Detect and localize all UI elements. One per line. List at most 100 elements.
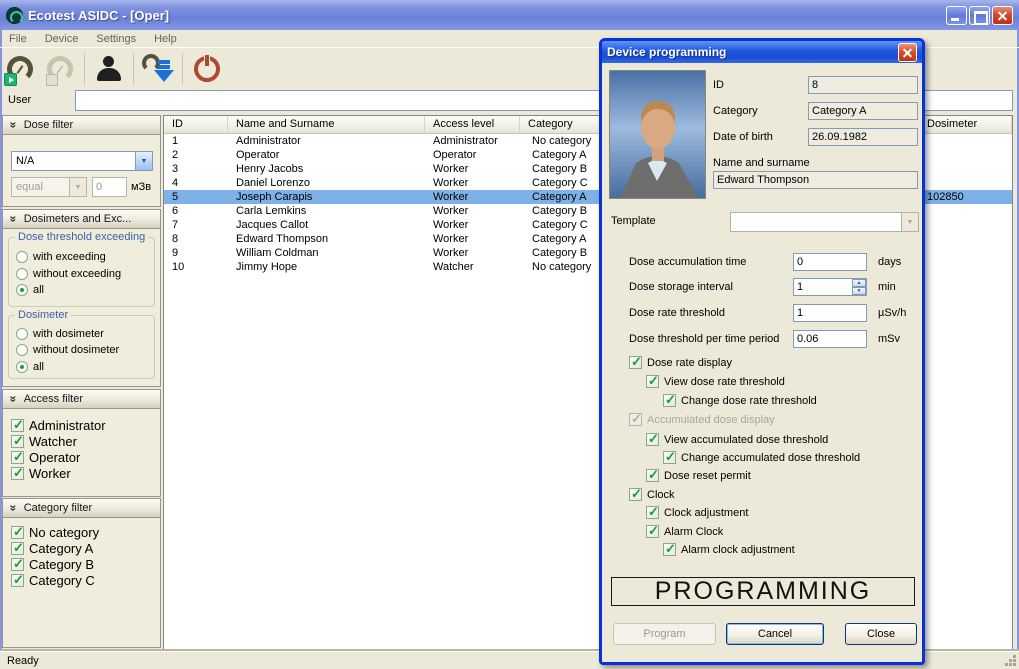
radio-icon <box>16 268 28 280</box>
dob-field <box>808 128 918 146</box>
checkbox-icon <box>646 525 659 538</box>
menu-device[interactable]: Device <box>36 33 88 45</box>
category-filter-header[interactable]: Category filter <box>2 498 161 518</box>
radio-without-dosimeter[interactable]: without dosimeter <box>16 344 119 356</box>
param-unit: min <box>878 281 896 293</box>
combo-arrow-icon <box>901 213 918 231</box>
app-window: Ecotest ASIDC - [Oper] File Device Setti… <box>0 0 1019 669</box>
combo-arrow-icon <box>135 152 152 170</box>
name-field <box>713 171 918 189</box>
checkbox-administrator[interactable]: Administrator <box>11 418 106 433</box>
checkbox-operator[interactable]: Operator <box>11 450 80 465</box>
chevron-down-icon <box>8 122 18 129</box>
checkbox-icon <box>629 413 642 426</box>
radio-with-dosimeter[interactable]: with dosimeter <box>16 328 104 340</box>
category-filter-panel: No category Category A Category B Catego… <box>2 518 161 648</box>
dose-filter-unit: мЗв <box>131 181 151 193</box>
checkbox-no-category[interactable]: No category <box>11 525 99 540</box>
radio-with-exceeding[interactable]: with exceeding <box>16 251 106 263</box>
radio-icon <box>16 328 28 340</box>
checkbox-category-b[interactable]: Category B <box>11 557 94 572</box>
chevron-down-icon <box>8 216 18 223</box>
checkbox-clock[interactable]: Clock <box>629 488 675 501</box>
programming-banner: PROGRAMMING <box>611 577 915 606</box>
checkbox-category-c[interactable]: Category C <box>11 573 95 588</box>
close-window-button[interactable] <box>992 6 1013 25</box>
minimize-button[interactable] <box>946 6 967 25</box>
checkbox-icon <box>11 467 24 480</box>
checkbox-clock-adjustment[interactable]: Clock adjustment <box>646 506 748 519</box>
checkbox-worker[interactable]: Worker <box>11 466 71 481</box>
col-id[interactable]: ID <box>164 116 228 134</box>
status-text: Ready <box>7 655 39 667</box>
checkbox-icon <box>11 435 24 448</box>
param-label: Dose threshold per time period <box>629 333 779 345</box>
dose-accumulation-time-input[interactable] <box>793 253 867 271</box>
param-label: Dose rate threshold <box>629 307 725 319</box>
checkbox-icon <box>11 542 24 555</box>
dob-label: Date of birth <box>713 131 773 143</box>
dosimeter-connect-icon[interactable] <box>0 50 40 88</box>
checkbox-change-dose-rate-threshold[interactable]: Change dose rate threshold <box>663 394 817 407</box>
dose-filter-type-combo[interactable]: N/A <box>11 151 153 171</box>
radio-without-exceeding[interactable]: without exceeding <box>16 268 121 280</box>
category-label: Category <box>713 105 758 117</box>
checkbox-icon <box>646 469 659 482</box>
radio-dosimeter-all[interactable]: all <box>16 361 44 373</box>
checkbox-change-accumulated-dose-threshold[interactable]: Change accumulated dose threshold <box>663 451 860 464</box>
col-name[interactable]: Name and Surname <box>228 116 425 134</box>
checkbox-dose-rate-display[interactable]: Dose rate display <box>629 356 732 369</box>
chevron-down-icon <box>8 505 18 512</box>
radio-icon <box>16 344 28 356</box>
toolbar-separator <box>84 53 85 85</box>
template-label: Template <box>611 215 656 227</box>
dialog-close-icon[interactable] <box>898 43 917 62</box>
id-field <box>808 76 918 94</box>
maximize-button[interactable] <box>969 6 990 25</box>
dosimeters-panel-header[interactable]: Dosimeters and Exc... <box>2 209 161 229</box>
checkbox-dose-reset-permit[interactable]: Dose reset permit <box>646 469 751 482</box>
col-access[interactable]: Access level <box>425 116 520 134</box>
power-icon[interactable] <box>187 50 227 88</box>
checkbox-icon <box>646 433 659 446</box>
checkbox-view-accumulated-dose-threshold[interactable]: View accumulated dose threshold <box>646 433 828 446</box>
toolbar-separator <box>133 53 134 85</box>
checkbox-category-a[interactable]: Category A <box>11 541 93 556</box>
param-label: Dose storage interval <box>629 281 733 293</box>
dose-rate-threshold-input[interactable] <box>793 304 867 322</box>
dose-filter-header[interactable]: Dose filter <box>2 115 161 135</box>
dose-filter-panel: N/A equal мЗв <box>2 135 161 207</box>
checkbox-icon <box>646 506 659 519</box>
user-icon[interactable] <box>89 50 129 88</box>
close-button[interactable]: Close <box>845 623 917 645</box>
resize-grip-icon[interactable] <box>1004 654 1016 666</box>
param-label: Dose accumulation time <box>629 256 746 268</box>
cancel-button[interactable]: Cancel <box>726 623 824 645</box>
checkbox-alarm-clock[interactable]: Alarm Clock <box>646 525 723 538</box>
checkbox-alarm-clock-adjustment[interactable]: Alarm clock adjustment <box>663 543 795 556</box>
access-filter-header[interactable]: Access filter <box>2 389 161 409</box>
radio-exceeding-all[interactable]: all <box>16 284 44 296</box>
col-dosimeter[interactable]: Dosimeter <box>919 116 1012 134</box>
spinner-control[interactable]: ▲▼ <box>852 279 866 295</box>
checkbox-icon <box>663 394 676 407</box>
checkbox-view-dose-rate-threshold[interactable]: View dose rate threshold <box>646 375 785 388</box>
checkbox-icon <box>629 488 642 501</box>
user-label: User <box>8 94 31 106</box>
radio-icon <box>16 251 28 263</box>
param-unit: days <box>878 256 901 268</box>
checkbox-icon <box>11 451 24 464</box>
checkbox-watcher[interactable]: Watcher <box>11 434 77 449</box>
template-combo[interactable] <box>730 212 919 232</box>
dosimeter-download-icon[interactable] <box>138 50 178 88</box>
param-unit: mSv <box>878 333 900 345</box>
app-logo-icon <box>6 7 23 24</box>
window-title: Ecotest ASIDC - [Oper] <box>28 8 944 23</box>
menu-settings[interactable]: Settings <box>87 33 145 45</box>
dosimeter-offline-icon <box>40 50 80 88</box>
menu-help[interactable]: Help <box>145 33 186 45</box>
dose-threshold-period-input[interactable] <box>793 330 867 348</box>
checkbox-icon <box>11 558 24 571</box>
menu-file[interactable]: File <box>0 33 36 45</box>
dosimeters-panel: Dose threshold exceeding with exceeding … <box>2 229 161 387</box>
